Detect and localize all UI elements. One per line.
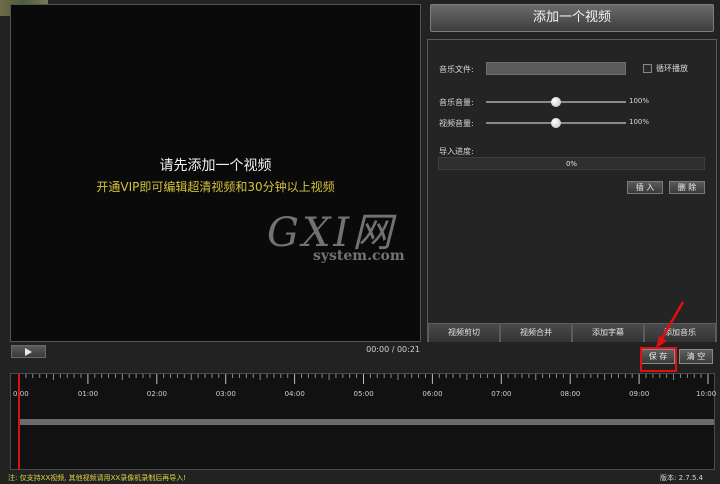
vip-notice: 开通VIP即可编辑超清视频和30分钟以上视频	[96, 180, 335, 194]
import-progress-label: 导入进度:	[439, 147, 474, 156]
play-button[interactable]	[11, 345, 46, 358]
time-display: 00:00 / 00:21	[366, 345, 420, 354]
tab-video-cut[interactable]: 视频剪切	[428, 323, 500, 342]
tab-add-subtitle[interactable]: 添加字幕	[572, 323, 644, 342]
tab-video-merge[interactable]: 视频合并	[500, 323, 572, 342]
music-file-input[interactable]	[486, 62, 626, 75]
watermark-domain: system.com	[313, 248, 405, 264]
loop-label: 循环播放	[656, 64, 688, 73]
status-note: 注: 仅支持XX视频, 其他视频请用XX录像机录制后再导入!	[8, 474, 187, 482]
preview-title: 请先添加一个视频	[159, 158, 272, 174]
music-file-label: 音乐文件:	[439, 65, 474, 74]
timeline-tick-label: 04:00	[284, 390, 305, 398]
timeline-tick-label: 03:00	[215, 390, 236, 398]
import-progress-value: 0%	[565, 160, 578, 168]
insert-button[interactable]: 插 入	[627, 181, 663, 194]
music-volume-value: 100%	[629, 97, 650, 105]
video-preview: 请先添加一个视频 开通VIP即可编辑超清视频和30分钟以上视频	[10, 4, 421, 342]
play-icon	[25, 348, 32, 356]
video-volume-value: 100%	[629, 118, 650, 126]
version-label: 版本: 2.7.5.4	[660, 474, 704, 482]
timeline-tick-label: 08:00	[560, 390, 581, 398]
video-track[interactable]	[19, 419, 714, 425]
watermark-logo: GXI网 system.com	[255, 200, 435, 275]
delete-button[interactable]: 删 除	[669, 181, 705, 194]
music-volume-handle[interactable]	[551, 97, 561, 107]
timeline-tick-label: 06:00	[422, 390, 443, 398]
timeline-tick-label: 02:00	[146, 390, 167, 398]
timeline-tick-label: 09:00	[629, 390, 650, 398]
loop-checkbox[interactable]	[643, 64, 652, 73]
music-volume-label: 音乐音量:	[439, 98, 474, 107]
playhead[interactable]	[18, 374, 20, 470]
clear-button[interactable]: 清 空	[679, 349, 713, 364]
add-video-button[interactable]: 添加一个视频	[430, 4, 714, 32]
import-progress-bar: 0%	[438, 157, 705, 170]
save-highlight-box	[640, 347, 677, 372]
timeline-tick-label: 01:00	[77, 390, 99, 398]
video-volume-handle[interactable]	[551, 118, 561, 128]
video-volume-label: 视频音量:	[439, 119, 474, 128]
timeline-tick-label: 10:00	[696, 390, 717, 398]
timeline-tick-label: 0:00	[13, 390, 29, 398]
timeline[interactable]: 0:00 01:00 02:00 03:00 04:00 05:00 06:00 07:00 0…	[10, 373, 717, 470]
pointer-arrow-icon	[656, 301, 685, 348]
edit-panel: 音乐文件: 循环播放 音乐音量: 100% 视频音量: 100% 导入进度: 0…	[427, 39, 717, 342]
timeline-tick-label: 05:00	[353, 390, 374, 398]
timeline-tick-label: 07:00	[491, 390, 512, 398]
